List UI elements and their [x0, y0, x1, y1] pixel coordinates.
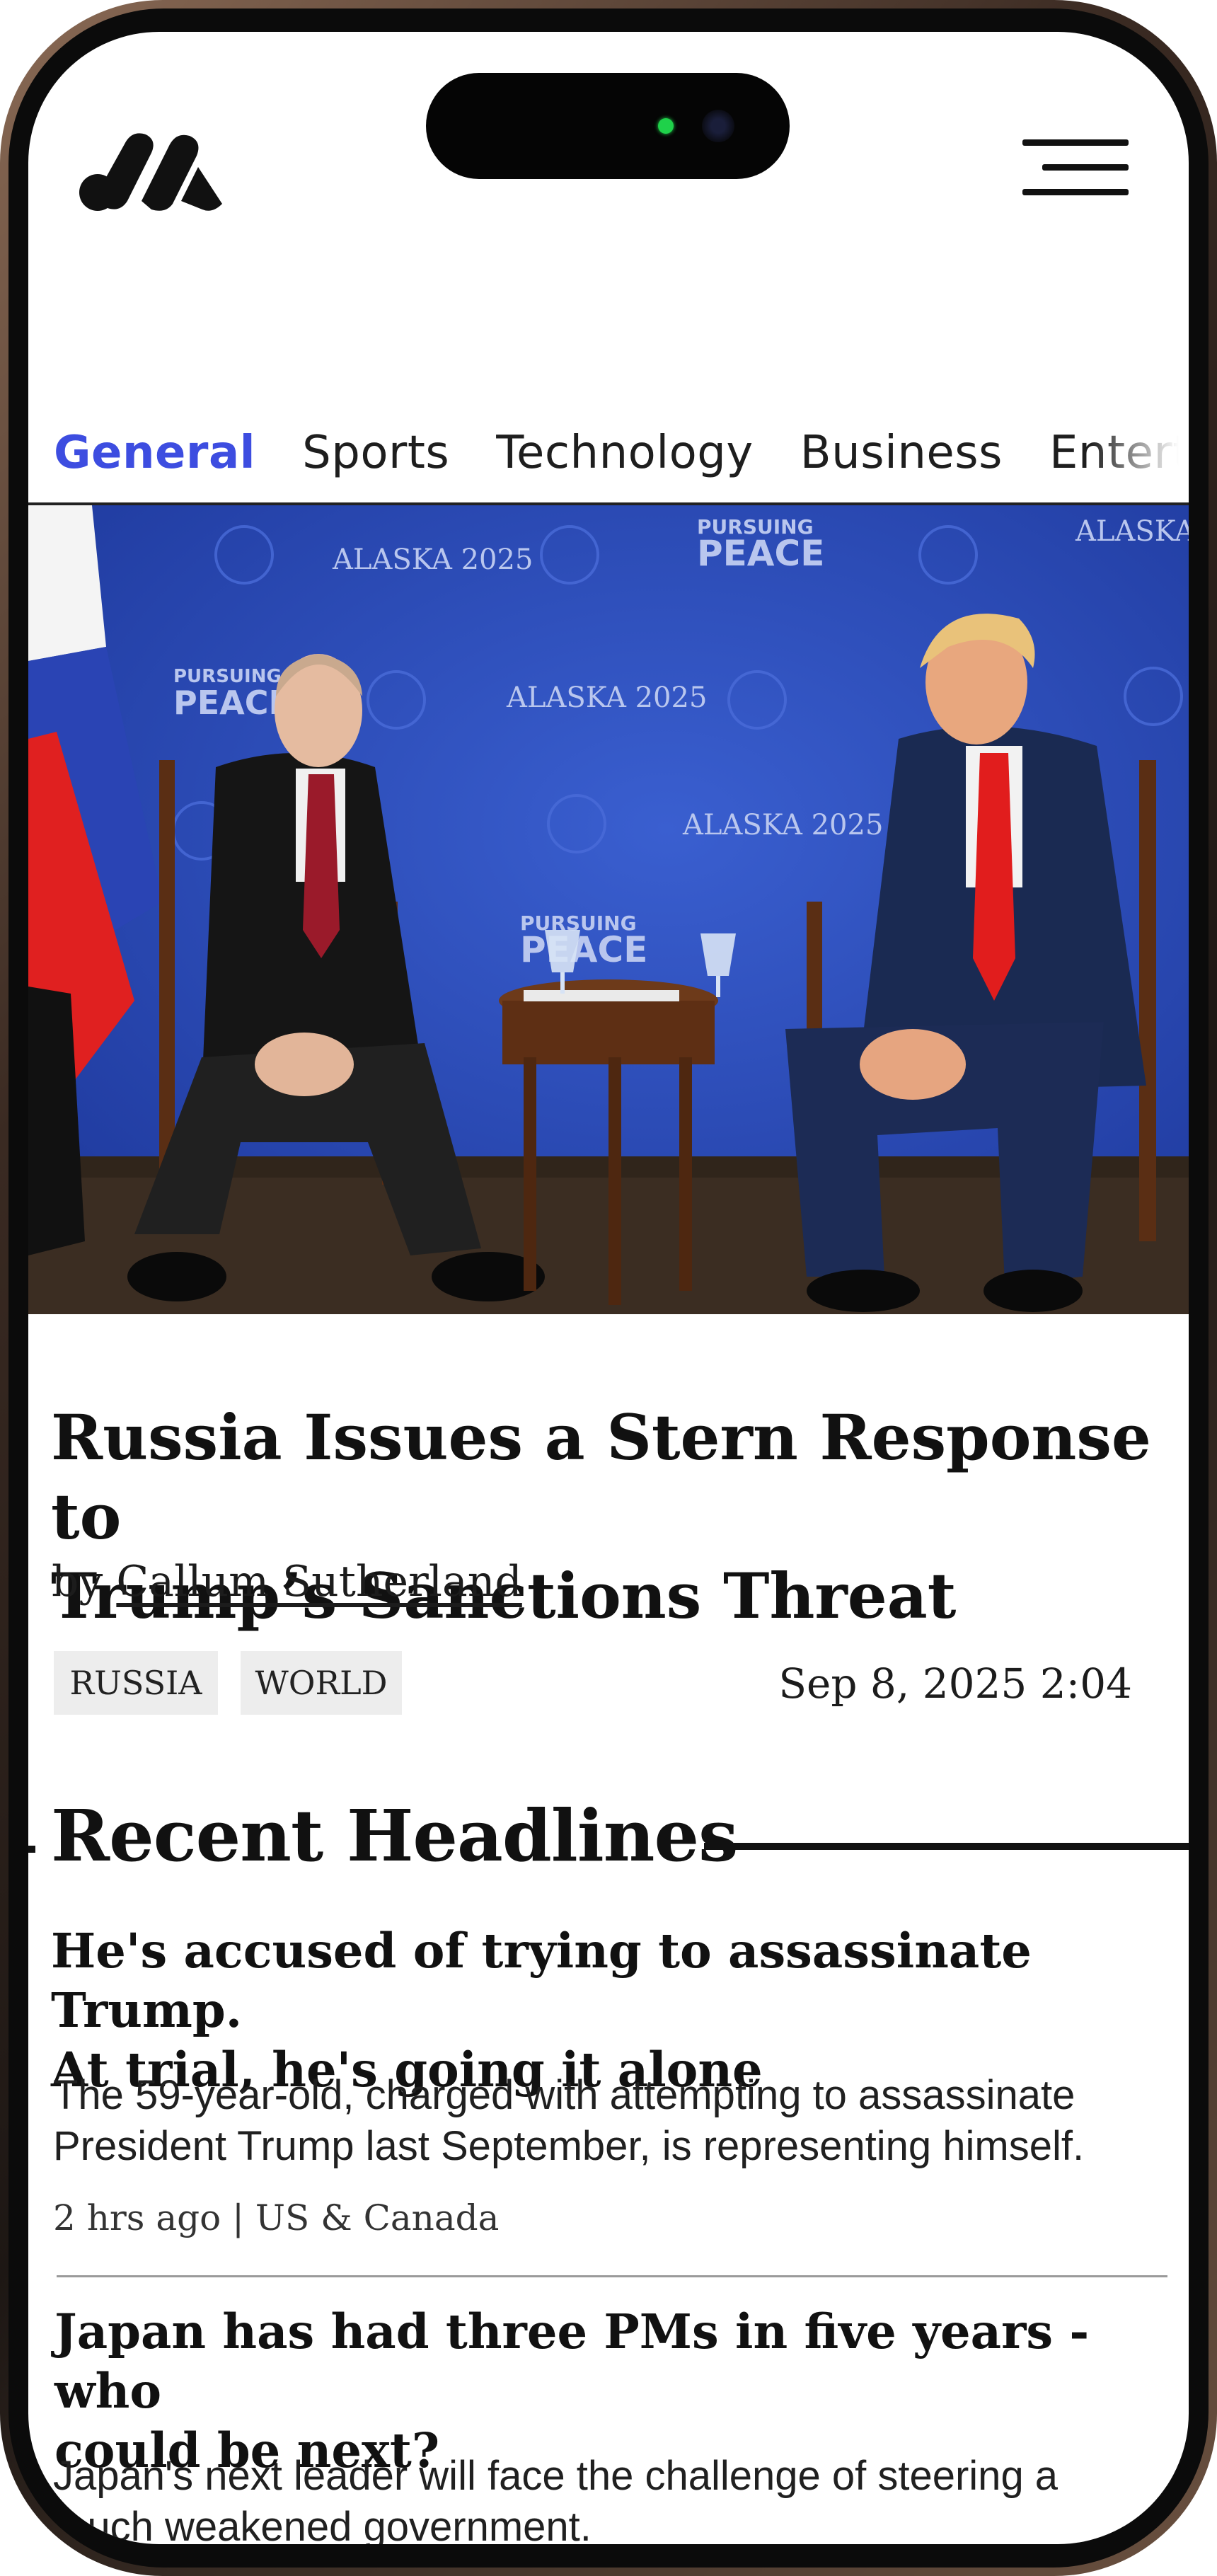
camera-indicator-icon [658, 118, 674, 134]
headline-summary: Japan's next leader will face the challe… [53, 2451, 1157, 2544]
tabs-scroll-fade [1090, 414, 1189, 492]
section-heading: Recent Headlines [51, 1794, 738, 1878]
headline-summary-line: much weakened government. [53, 2504, 592, 2544]
byline: by Callum Sutherland [52, 1557, 522, 1606]
article-title-line: Russia Issues a Stern Response to [51, 1401, 1151, 1553]
article-timestamp: Sep 8, 2025 2:04 [778, 1660, 1132, 1708]
headline-title-line: He's accused of trying to assassinate Tr… [51, 1923, 1032, 2038]
tag-russia[interactable]: RUSSIA [54, 1651, 218, 1715]
backdrop-text: PEACE [520, 929, 647, 970]
category-tabs: General Sports Technology Business Enter… [28, 414, 1189, 492]
backdrop-text: ALASKA 2025 [332, 544, 533, 576]
backdrop-text: ALASKA 2025 [506, 682, 707, 714]
tab-business[interactable]: Business [800, 427, 1003, 479]
section-rule [28, 1846, 35, 1853]
hero-image[interactable]: ALASKA 2025 ALASKA 2025 ALASKA 2025 ALAS… [28, 505, 1189, 1314]
tag-world[interactable]: WORLD [241, 1651, 402, 1715]
headline-title-line: Japan has had three PMs in five years - … [54, 2304, 1090, 2419]
backdrop-text: PEACE [173, 684, 291, 722]
dynamic-island [426, 73, 790, 179]
headline-summary-line: The 59-year-old, charged with attempting… [53, 2072, 1075, 2118]
tab-sports[interactable]: Sports [302, 427, 449, 479]
app-logo-icon[interactable] [78, 127, 223, 212]
backdrop-text: PEACE [697, 533, 824, 574]
backdrop-text: ALASKA 2025 [682, 809, 883, 841]
headline-summary-line: Japan's next leader will face the challe… [53, 2453, 1059, 2499]
headline-divider [57, 2275, 1167, 2277]
headline-summary: The 59-year-old, charged with attempting… [53, 2070, 1157, 2172]
section-rule [704, 1843, 1189, 1850]
backdrop-text: ALASKA 2025 [1075, 515, 1189, 548]
author-link[interactable]: Callum Sutherland [116, 1557, 521, 1606]
hamburger-menu-icon[interactable] [1022, 131, 1129, 205]
hero-photo: ALASKA 2025 ALASKA 2025 ALASKA 2025 ALAS… [28, 505, 1189, 1314]
headline-summary-line: President Trump last September, is repre… [53, 2123, 1085, 2169]
app-screen: General Sports Technology Business Enter… [28, 32, 1189, 2544]
camera-icon [702, 110, 734, 142]
tab-general[interactable]: General [54, 427, 255, 479]
tab-technology[interactable]: Technology [496, 427, 754, 479]
byline-label: by [52, 1557, 103, 1606]
headline-meta: 2 hrs ago | US & Canada [53, 2197, 500, 2238]
